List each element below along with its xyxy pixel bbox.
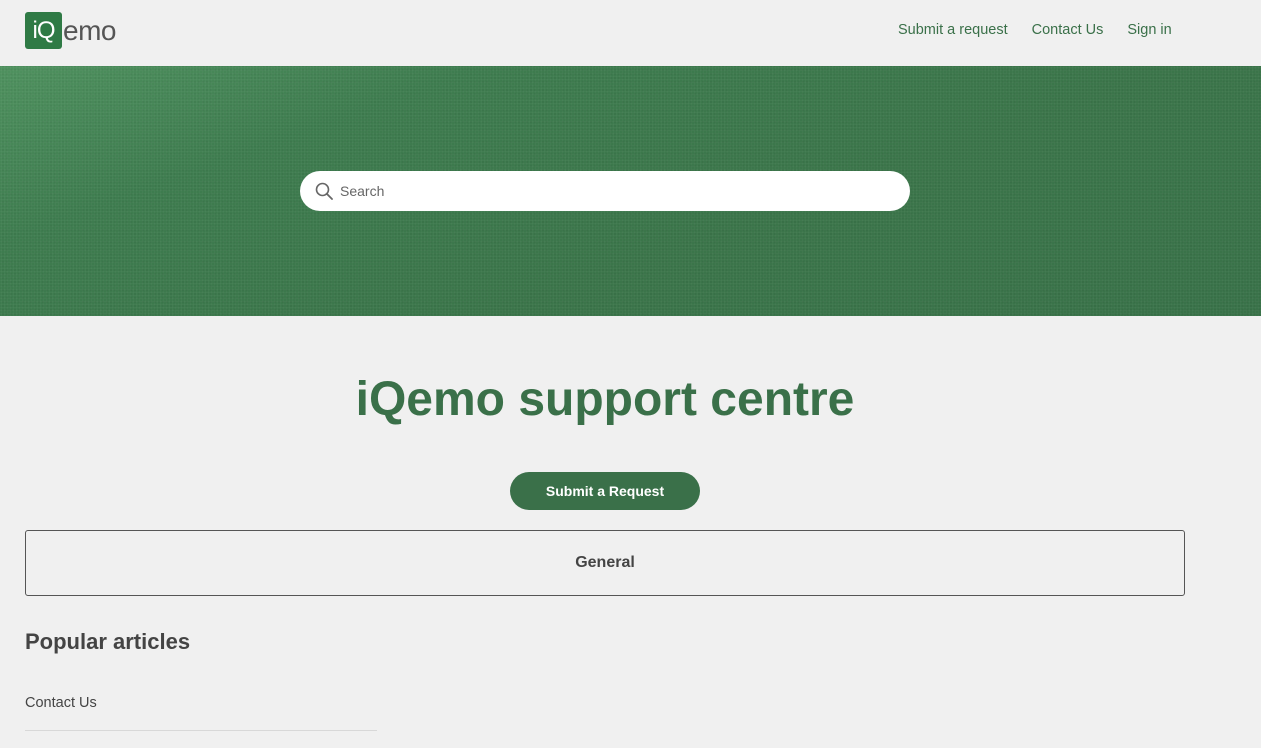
logo-mark: iQ xyxy=(25,12,62,49)
category-general[interactable]: General xyxy=(25,530,1185,596)
nav-sign-in-link[interactable]: Sign in xyxy=(1127,20,1171,40)
submit-request-button[interactable]: Submit a Request xyxy=(510,472,700,510)
popular-articles-heading: Popular articles xyxy=(25,629,191,654)
search-icon xyxy=(315,182,333,200)
nav-submit-request-link[interactable]: Submit a request xyxy=(898,20,1008,40)
logo-wordmark: emo xyxy=(63,15,116,46)
article-link-contact-us[interactable]: Contact Us xyxy=(25,695,97,711)
hero-banner xyxy=(0,66,1261,316)
logo[interactable]: iQ emo xyxy=(25,12,116,49)
site-header: iQ emo Submit a request Contact Us Sign … xyxy=(0,0,1261,66)
top-nav: Submit a request Contact Us Sign in xyxy=(898,20,1196,40)
search-form xyxy=(300,171,910,211)
list-item: Contact Us xyxy=(25,690,377,731)
search-input[interactable] xyxy=(340,176,880,206)
page-title: iQemo support centre xyxy=(355,373,855,426)
nav-contact-us-link[interactable]: Contact Us xyxy=(1032,20,1104,40)
